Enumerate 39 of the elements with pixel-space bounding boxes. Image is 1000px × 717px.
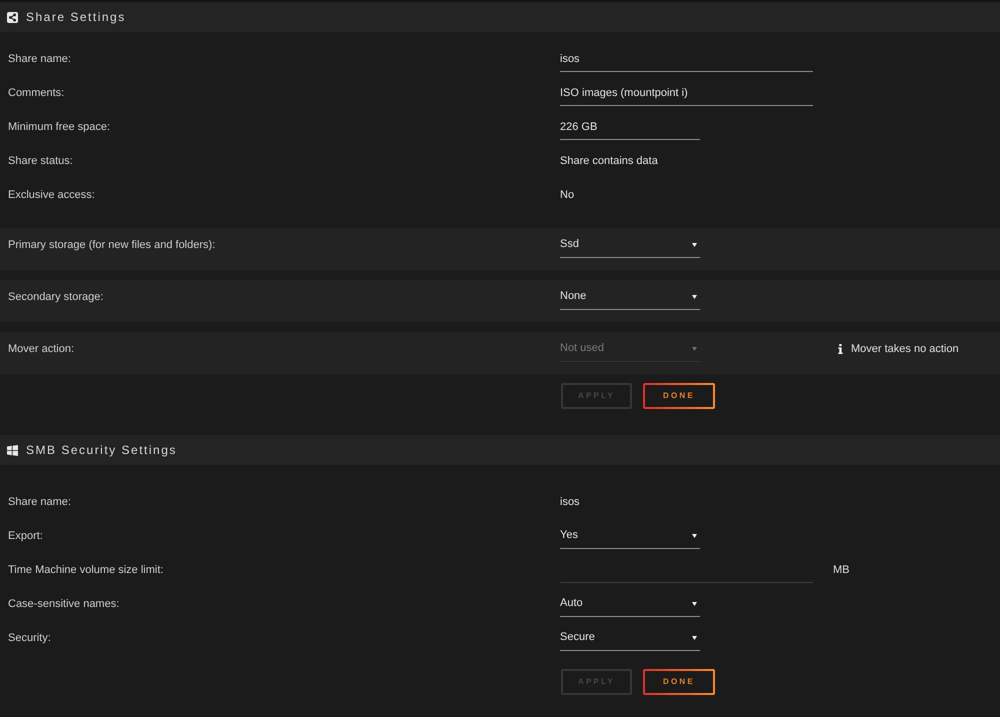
section-title: Share Settings: [26, 9, 126, 26]
caret-icon: [692, 346, 697, 350]
note-text: Mover takes no action: [851, 342, 959, 357]
text-input[interactable]: ISO images (mountpoint i): [560, 80, 813, 106]
field-value: Share contains data: [560, 154, 658, 169]
field-label: Secondary storage:: [8, 290, 104, 305]
dropdown[interactable]: Ssd: [560, 232, 700, 258]
caret-icon: [692, 242, 697, 246]
field-value: No: [560, 188, 574, 203]
caret-icon: [692, 636, 697, 640]
field-label: Primary storage (for new files and folders):: [8, 238, 216, 253]
field-label: Case-sensitive names:: [8, 596, 120, 612]
field-label: Share name:: [8, 52, 72, 67]
field-label: Share name:: [8, 494, 72, 510]
caret-icon: [692, 602, 697, 606]
dropdown[interactable]: Secure: [560, 625, 700, 651]
info-icon: [838, 344, 843, 354]
field-label: Minimum free space:: [8, 120, 112, 135]
section-title: SMB Security Settings: [26, 442, 177, 459]
action-button[interactable]: DONE: [643, 383, 715, 409]
field-label: Time Machine volume size limit:: [8, 562, 164, 578]
field-label: Exclusive access:: [8, 188, 96, 203]
field-label: Share status:: [8, 154, 74, 169]
caret-icon: [692, 294, 697, 298]
dropdown[interactable]: None: [560, 284, 700, 310]
text-input[interactable]: isos: [560, 46, 813, 72]
action-button[interactable]: DONE: [643, 669, 715, 695]
four-squares-icon: [7, 444, 18, 456]
share-icon: [7, 12, 18, 22]
field-label: Mover action:: [8, 342, 76, 357]
dropdown[interactable]: Auto: [560, 591, 700, 617]
unit-label: MB: [833, 562, 850, 578]
field-value: isos: [560, 494, 580, 510]
field-label: Export:: [8, 528, 44, 544]
field-label: Security:: [8, 630, 52, 646]
dropdown[interactable]: Yes: [560, 523, 700, 549]
caret-icon: [692, 534, 697, 538]
size-input[interactable]: 226 GB: [560, 114, 700, 140]
field-label: Comments:: [8, 86, 66, 101]
